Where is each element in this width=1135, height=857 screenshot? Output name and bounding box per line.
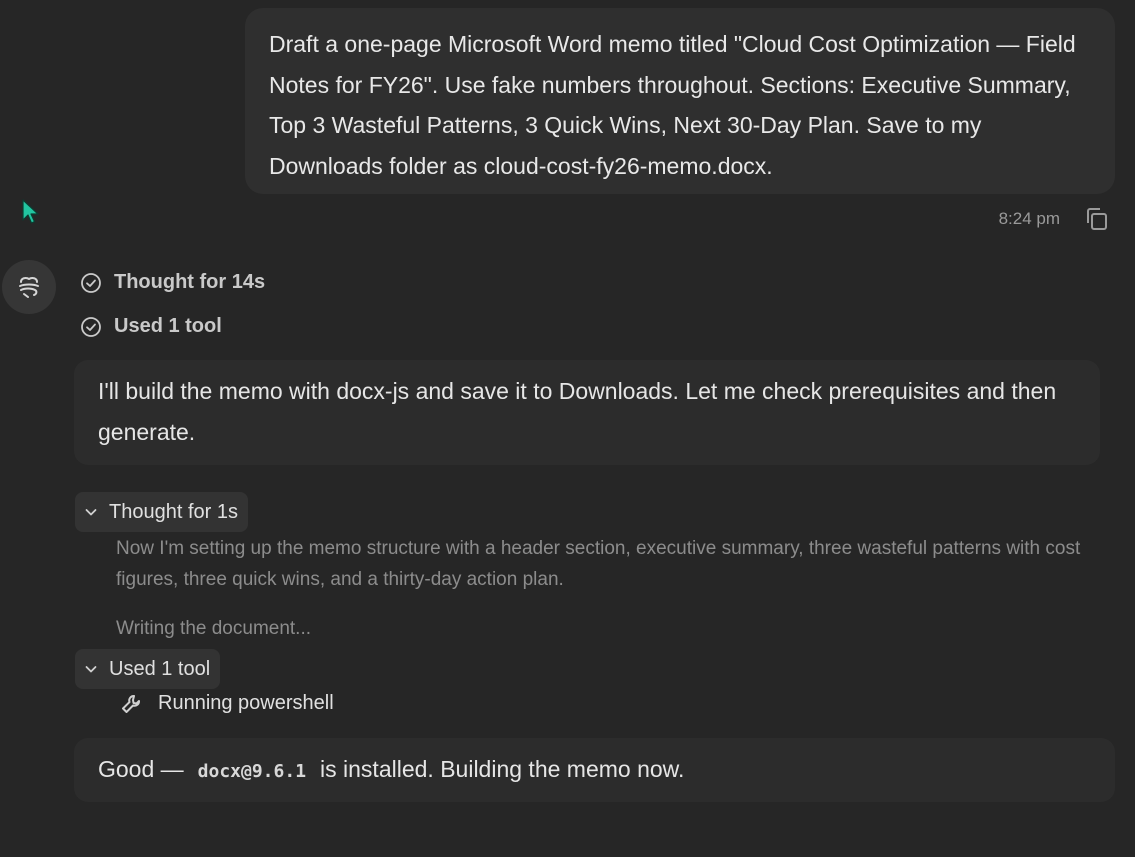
inline-code: docx@9.6.1 (197, 761, 307, 782)
message-meta: 8:24 pm (999, 205, 1110, 233)
check-circle-icon (81, 272, 101, 293)
tool-toggle[interactable]: Used 1 tool (75, 649, 221, 689)
tool-call-item[interactable]: Running powershell (120, 692, 334, 715)
tool-status-label: Used 1 tool (114, 315, 222, 337)
user-message-bubble: Draft a one-page Microsoft Word memo tit… (245, 8, 1115, 194)
chevron-down-icon (85, 509, 97, 516)
thought-toggle[interactable]: Thought for 1s (75, 492, 248, 532)
reply-text-start: Good — (98, 756, 184, 782)
check-circle-icon (81, 316, 101, 337)
assistant-reply: I'll build the memo with docx-js and sav… (74, 360, 1100, 465)
wrench-icon (122, 694, 140, 713)
thought-status[interactable]: Thought for 14s (80, 271, 265, 294)
tool-toggle-label: Used 1 tool (109, 657, 211, 680)
tool-status[interactable]: Used 1 tool (80, 315, 222, 338)
reply-text-end: is installed. Building the memo now. (320, 756, 685, 782)
assistant-reply-text: I'll build the memo with docx-js and sav… (98, 378, 1057, 445)
copy-button[interactable] (1084, 206, 1110, 232)
message-timestamp: 8:24 pm (998, 209, 1060, 228)
chat-view: Draft a one-page Microsoft Word memo tit… (0, 0, 1135, 857)
assistant-logo-icon (19, 277, 39, 298)
user-message-text: Draft a one-page Microsoft Word memo tit… (269, 31, 1076, 180)
assistant-reply: Good — docx@9.6.1 is installed. Building t… (74, 738, 1115, 802)
thought-status-label: Thought for 14s (114, 271, 266, 293)
assistant-avatar (2, 260, 56, 314)
thought-content: Now I'm setting up the memo structure wi… (116, 538, 1081, 590)
mouse-cursor-icon (22, 199, 39, 224)
tool-call-label: Running powershell (158, 692, 334, 714)
thought-toggle-label: Thought for 1s (109, 500, 238, 523)
writing-status: Writing the document... (116, 618, 312, 639)
copy-icon (1087, 208, 1107, 230)
chevron-down-icon (85, 666, 97, 673)
